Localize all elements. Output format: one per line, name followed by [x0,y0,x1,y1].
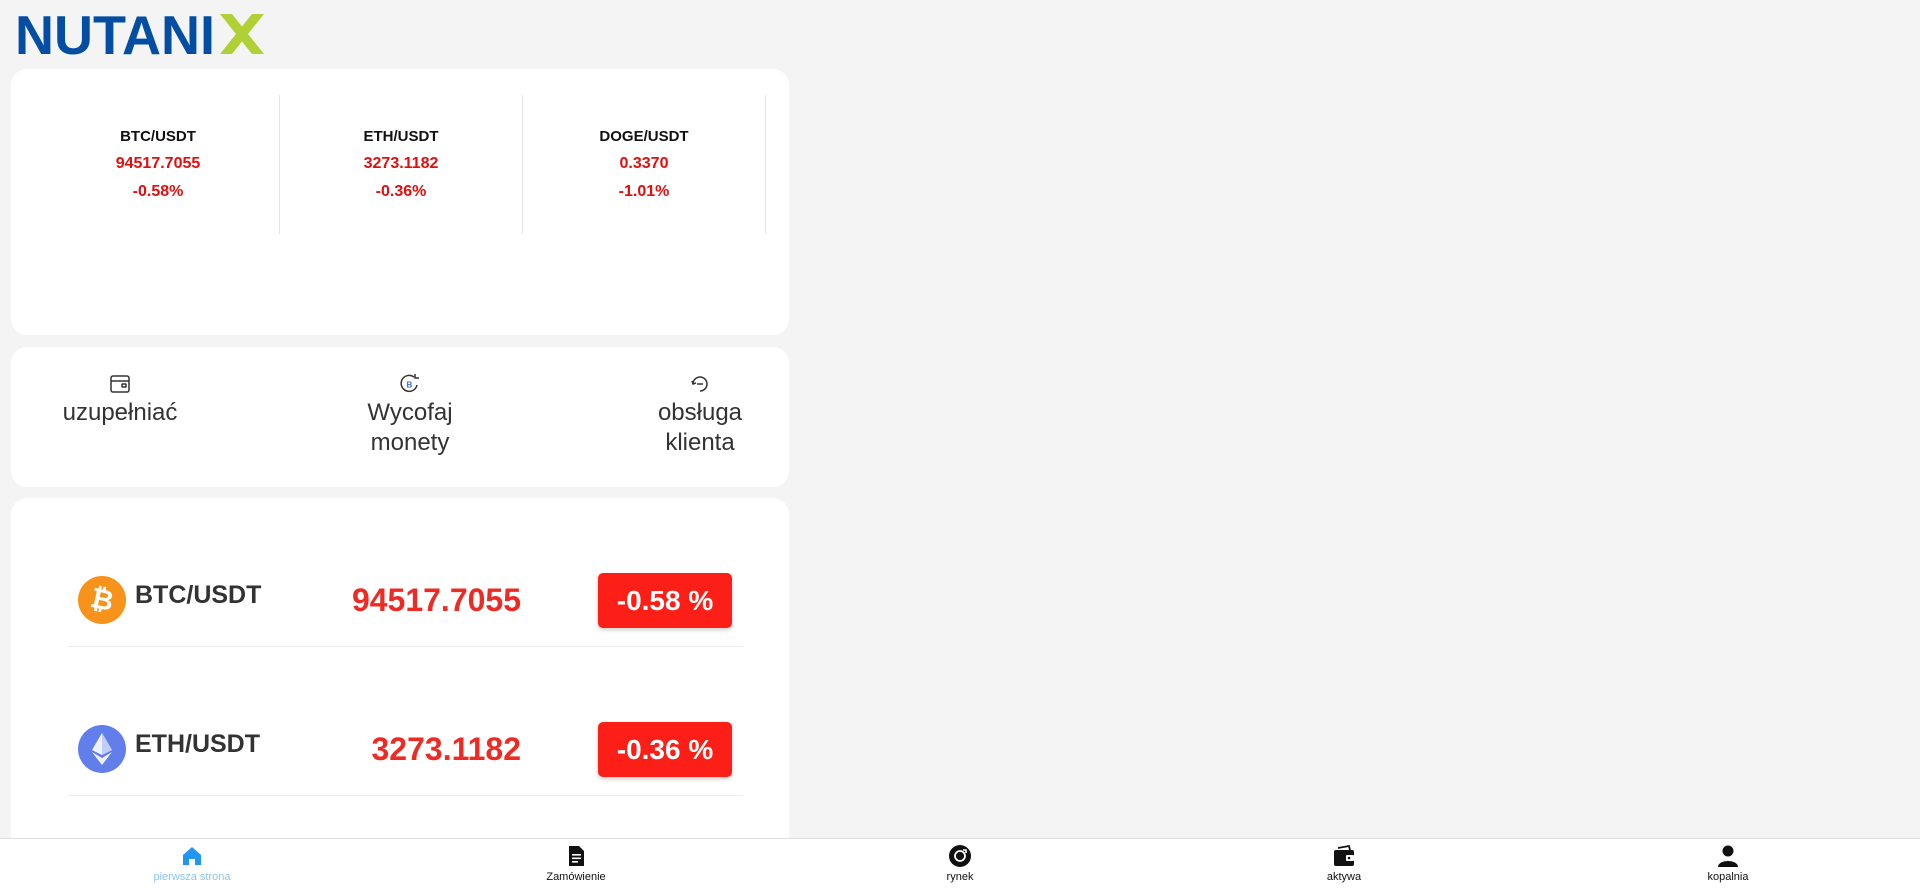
ticker-item[interactable]: ETH/USDT 3273.1182 -0.36% [280,95,523,234]
ticker-change: -0.58% [132,183,184,200]
ticker-change: -0.36% [375,183,427,200]
customer-service-label: obsługa klienta [657,399,743,456]
svg-text:B: B [407,381,413,390]
support-icon [691,376,708,392]
ticker-row: BTC/USDT 94517.7055 -0.58% ETH/USDT 3273… [37,95,766,234]
nav-market-label: rynek [946,871,974,883]
ticker-item[interactable]: DOGE/USDT 0.3370 -1.01% [523,95,766,234]
ticker-price: 0.3370 [619,155,669,172]
bottom-navigation: pierwsza strona Zamówienie rynek aktywa [0,838,1920,888]
ticker-pair: ETH/USDT [363,128,439,145]
document-icon [569,846,584,866]
ethereum-icon [78,725,126,773]
wallet-icon [1334,844,1354,866]
nav-home[interactable]: pierwsza strona [0,839,384,888]
market-pair: BTC/USDT [135,581,262,609]
market-icon [949,845,971,867]
customer-service-button[interactable]: obsługa klienta [625,372,775,458]
market-row[interactable]: ETH/USDT 3273.1182 -0.36 % [68,647,743,796]
market-pair: ETH/USDT [135,730,260,758]
ticker-change: -1.01% [618,183,670,200]
market-change-badge: -0.58 % [598,573,732,628]
nutanix-logo: NUTANI [15,10,264,58]
ticker-item[interactable]: BTC/USDT 94517.7055 -0.58% [37,95,280,234]
nav-mining-label: kopalnia [1707,871,1749,883]
user-icon [1718,845,1738,867]
home-icon [183,847,201,865]
deposit-button[interactable]: uzupełniać [43,372,197,428]
svg-text:NUTANI: NUTANI [15,10,215,58]
market-list-card: ₿ BTC/USDT 94517.7055 -0.58 % ETH/USDT 3… [11,498,789,888]
market-price: 3273.1182 [371,731,522,767]
ticker-price: 3273.1182 [363,155,439,172]
bitcoin-icon: ₿ [78,576,126,624]
market-change-badge: -0.36 % [598,722,732,777]
bitcoin-withdraw-icon: B [400,374,419,393]
nav-assets-label: aktywa [1326,871,1362,883]
market-row[interactable]: ₿ BTC/USDT 94517.7055 -0.58 % [68,498,743,647]
deposit-label: uzupełniać [62,399,178,426]
quick-actions-card: uzupełniać B Wycofaj monety obsługa klie… [11,347,789,487]
nav-market[interactable]: rynek [768,839,1152,888]
wallet-icon [110,375,130,393]
nav-orders-label: Zamówienie [546,871,606,883]
ticker-pair: BTC/USDT [120,128,196,145]
nav-assets[interactable]: aktywa [1152,839,1536,888]
market-price: 94517.7055 [351,582,521,618]
nav-mining[interactable]: kopalnia [1536,839,1920,888]
ticker-card: BTC/USDT 94517.7055 -0.58% ETH/USDT 3273… [11,69,789,335]
ticker-price: 94517.7055 [115,155,201,172]
withdraw-label: Wycofaj monety [367,399,453,456]
withdraw-button[interactable]: B Wycofaj monety [335,372,485,458]
nav-orders[interactable]: Zamówienie [384,839,768,888]
nav-home-label: pierwsza strona [153,871,231,883]
ticker-pair: DOGE/USDT [599,128,689,145]
